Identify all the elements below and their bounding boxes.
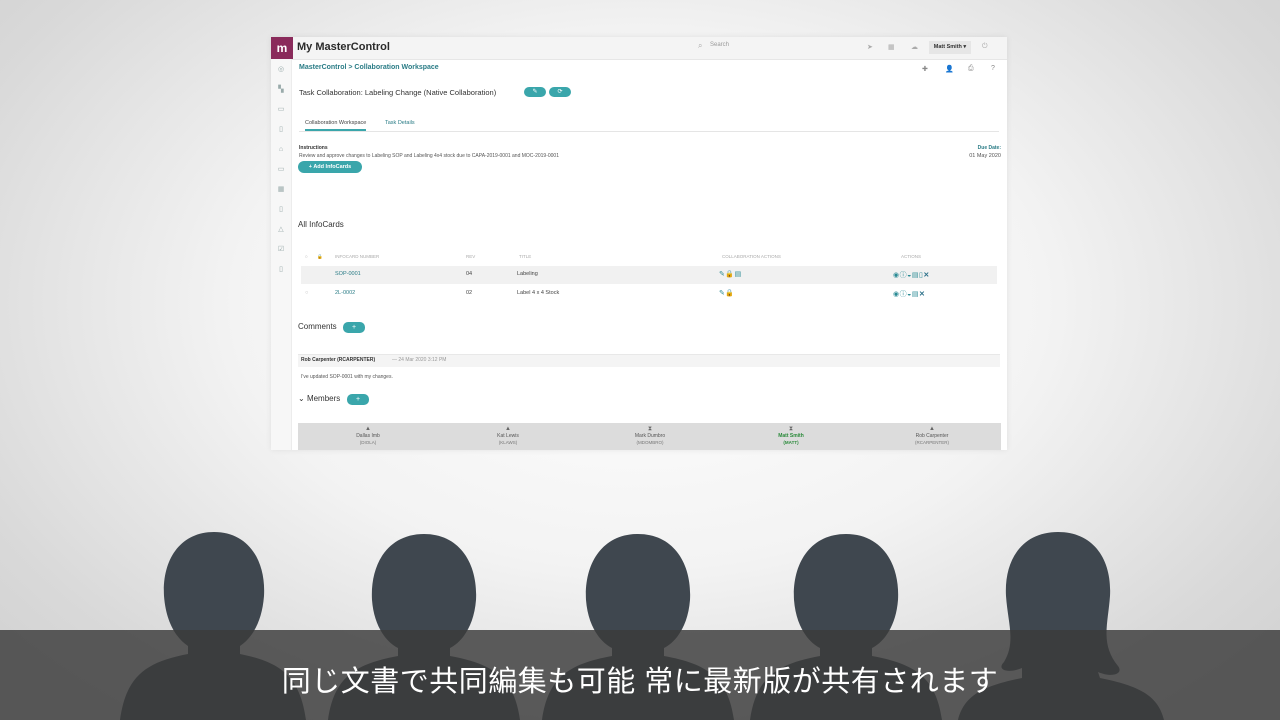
calendar-icon[interactable]: ▦	[276, 185, 286, 194]
row-actions-icons[interactable]: ◉ⓘ◒▤▯✕	[893, 270, 930, 280]
mastercontrol-logo[interactable]: m	[271, 37, 293, 59]
grid-icon[interactable]: ▦	[888, 43, 895, 51]
page-icon[interactable]: ▯	[276, 265, 286, 274]
add-comment-button[interactable]: +	[343, 322, 365, 333]
member-card[interactable]: ⧗ Matt Smith (MATT)	[741, 425, 841, 446]
member-id: (MDOMBRO)	[636, 440, 664, 445]
hourglass-icon: ⧗	[647, 426, 653, 432]
remove-icon[interactable]: ✕	[919, 291, 925, 298]
select-all-checkbox[interactable]: ○	[305, 254, 308, 259]
col-title[interactable]: TITLE	[519, 254, 531, 259]
chevron-down-icon: ⌄	[298, 394, 307, 403]
members-heading-label: Members	[306, 394, 341, 403]
add-icon[interactable]: ✚	[922, 65, 928, 73]
app-window: m My MasterControl ⌕ Search ➤ ▦ ☁ Matt S…	[271, 37, 1007, 450]
table-header: ○ 🔒 INFOCARD NUMBER REV TITLE COLLABORAT…	[301, 253, 997, 263]
edit-button[interactable]: ✎	[524, 87, 546, 97]
collaboration-actions-icons[interactable]: ✎🔒▤	[719, 270, 742, 278]
home-icon[interactable]: ◎	[276, 65, 286, 74]
cloud-icon[interactable]: ☁	[911, 43, 918, 51]
refresh-button[interactable]: ⟳	[549, 87, 571, 97]
member-name: Matt Smith	[778, 433, 804, 439]
training-icon[interactable]: ⌂	[276, 145, 286, 154]
col-infocard-number[interactable]: INFOCARD NUMBER	[335, 254, 379, 259]
comment-body: I've updated SOP-0001 with my changes.	[301, 374, 393, 380]
hourglass-icon: ⧗	[788, 426, 794, 432]
search-icon: ⌕	[698, 41, 703, 50]
task-title: Task Collaboration: Labeling Change (Nat…	[299, 88, 497, 97]
remove-icon[interactable]: ✕	[923, 272, 929, 279]
instructions-label: Instructions	[299, 145, 328, 151]
caption-text: 同じ文書で共同編集も可能 常に最新版が共有されます	[281, 666, 999, 698]
app-title: My MasterControl	[297, 41, 390, 53]
member-name: Mark Dumbro	[634, 433, 666, 439]
checklist-icon[interactable]: ☑	[276, 245, 286, 254]
top-bar: m My MasterControl ⌕ Search ➤ ▦ ☁ Matt S…	[271, 37, 1007, 60]
report-icon[interactable]: ▯	[276, 205, 286, 214]
comments-heading: Comments	[298, 322, 337, 331]
col-collaboration-actions: COLLABORATION ACTIONS	[722, 254, 781, 259]
breadcrumb[interactable]: MasterControl > Collaboration Workspace	[299, 64, 439, 71]
rev-cell: 04	[466, 271, 473, 277]
infocard-number-link[interactable]: SOP-0001	[335, 271, 361, 277]
member-id: (DIOLA)	[359, 440, 377, 445]
tab-task-details[interactable]: Task Details	[385, 120, 415, 126]
tab-collaboration-workspace[interactable]: Collaboration Workspace	[305, 120, 367, 131]
send-icon[interactable]: ➤	[867, 43, 873, 51]
print-icon[interactable]: ⎙	[968, 65, 974, 73]
add-infocards-button[interactable]: + Add InfoCards	[298, 161, 362, 173]
search-placeholder: Search	[710, 42, 730, 48]
member-name: Dallas Imb	[356, 433, 380, 439]
row-actions-icons[interactable]: ◉ⓘ◒▤✕	[893, 289, 925, 299]
member-name: Kat Lewis	[497, 433, 519, 439]
collaboration-actions-icons[interactable]: ✎🔒	[719, 289, 735, 297]
member-id: (KLAWS)	[498, 440, 518, 445]
table-row[interactable]: ○ 2L-0002 02 Label 4 x 4 Stock ✎🔒 ◉ⓘ◒▤✕	[301, 285, 997, 303]
user-icon: ▲	[365, 426, 371, 432]
member-card[interactable]: ▲ Rob Carpenter (RCARPENTER)	[882, 425, 982, 446]
member-card[interactable]: ▲ Dallas Imb (DIOLA)	[318, 425, 418, 446]
user-icon: ▲	[505, 426, 511, 432]
member-card[interactable]: ▲ Kat Lewis (KLAWS)	[458, 425, 558, 446]
members-list: ▲ Dallas Imb (DIOLA) ▲ Kat Lewis (KLAWS)…	[298, 423, 1001, 450]
user-menu[interactable]: Matt Smith ▾	[929, 41, 971, 54]
dashboard-icon[interactable]: ▚	[276, 85, 286, 94]
search-box[interactable]: ⌕ Search	[694, 41, 869, 54]
lock-icon: 🔒	[317, 254, 323, 259]
members-heading[interactable]: ⌄ Members	[298, 394, 340, 403]
instructions-text: Review and approve changes to Labeling S…	[299, 153, 559, 159]
user-icon[interactable]: 👤	[945, 65, 954, 73]
infocards-heading: All InfoCards	[298, 220, 344, 229]
title-cell: Labeling	[517, 271, 538, 277]
col-rev[interactable]: REV	[466, 254, 475, 259]
member-name: Rob Carpenter	[915, 433, 949, 439]
left-sidebar: ◎ ▚ ▭ ▯ ⌂ ▭ ▦ ▯ △ ☑ ▯	[271, 59, 292, 450]
row-checkbox[interactable]: ○	[305, 290, 308, 296]
power-icon[interactable]: ⏻	[982, 43, 988, 51]
title-cell: Label 4 x 4 Stock	[517, 290, 560, 296]
help-icon[interactable]: ?	[991, 65, 995, 72]
files-icon[interactable]: ▭	[276, 165, 286, 174]
comment-timestamp: — 24 Mar 2020 3:12 PM	[392, 357, 447, 363]
comment-author: Rob Carpenter (RCARPENTER)	[301, 357, 376, 363]
table-row[interactable]: SOP-0001 04 Labeling ✎🔒▤ ◉ⓘ◒▤▯✕	[301, 266, 997, 284]
due-date-value: 01 May 2020	[969, 153, 1001, 159]
folder-icon[interactable]: ▭	[276, 105, 286, 114]
user-icon: ▲	[929, 426, 935, 432]
infocard-number-link[interactable]: 2L-0002	[335, 290, 355, 296]
member-id: (MATT)	[783, 440, 799, 445]
warning-icon[interactable]: △	[276, 225, 286, 234]
rev-cell: 02	[466, 290, 473, 296]
due-date-label: Due Date:	[977, 145, 1001, 151]
document-icon[interactable]: ▯	[276, 125, 286, 134]
add-member-button[interactable]: +	[347, 394, 369, 405]
tab-bar: Collaboration Workspace Task Details	[299, 117, 999, 132]
member-card[interactable]: ⧗ Mark Dumbro (MDOMBRO)	[600, 425, 700, 446]
member-id: (RCARPENTER)	[914, 440, 949, 445]
col-actions: ACTIONS	[901, 254, 922, 259]
